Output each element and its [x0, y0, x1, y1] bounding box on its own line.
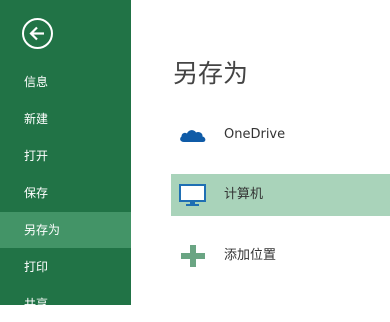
plus-icon: [181, 245, 205, 267]
cloud-icon: [180, 130, 206, 142]
save-as-pane: 另存为 OneDrive 计算机 添加位置: [131, 0, 390, 305]
sidebar-item-new[interactable]: 新建: [0, 101, 131, 137]
sidebar-item-share[interactable]: 共享: [0, 286, 131, 322]
sidebar-item-open[interactable]: 打开: [0, 138, 131, 174]
sidebar-item-save-as[interactable]: 另存为: [0, 212, 131, 248]
sidebar-item-info[interactable]: 信息: [0, 64, 131, 100]
option-computer[interactable]: 计算机: [171, 174, 390, 216]
option-onedrive[interactable]: OneDrive: [171, 114, 390, 156]
option-label: OneDrive: [224, 127, 286, 142]
sidebar-item-save[interactable]: 保存: [0, 175, 131, 211]
option-label: 计算机: [224, 187, 264, 202]
computer-icon: [179, 184, 206, 206]
sidebar-item-print[interactable]: 打印: [0, 249, 131, 285]
option-add-place[interactable]: 添加位置: [171, 235, 390, 277]
page-title: 另存为: [173, 59, 249, 88]
backstage-sidebar: 信息 新建 打开 保存 另存为 打印 共享: [0, 0, 131, 311]
back-arrow-icon: [29, 26, 44, 41]
back-button[interactable]: [22, 18, 53, 49]
option-label: 添加位置: [224, 248, 277, 263]
